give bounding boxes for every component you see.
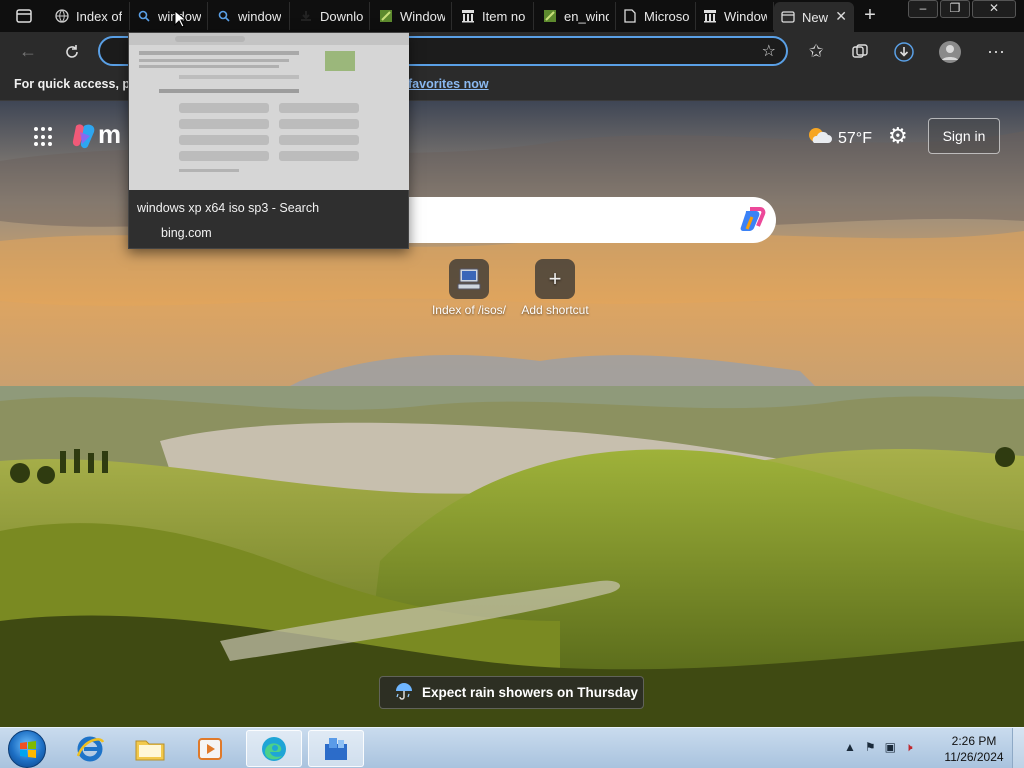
apps-launcher-icon[interactable] <box>34 127 54 147</box>
preview-page-title: windows xp x64 iso sp3 - Search <box>137 201 320 215</box>
preview-host: bing.com <box>161 226 212 240</box>
search-icon <box>136 8 152 24</box>
clock-time: 2:26 PM <box>951 734 997 748</box>
logo-text: m <box>98 119 122 149</box>
newtab-icon <box>780 9 796 25</box>
windows-logo-icon <box>20 741 36 758</box>
tab-window-2[interactable]: Window <box>696 2 774 30</box>
show-desktop-button[interactable] <box>1012 728 1024 768</box>
close-window-button[interactable]: ✕ <box>972 0 1016 18</box>
tab-hover-preview[interactable]: windows xp x64 iso sp3 - Search bing.com <box>128 32 409 249</box>
tab-actions-icon[interactable] <box>10 6 38 26</box>
manage-favorites-link[interactable]: favorites now <box>408 77 489 91</box>
umbrella-icon <box>394 681 414 704</box>
taskbar-system-app[interactable] <box>308 730 364 767</box>
tab-strip: Index of window window Downlo Window Ite… <box>0 0 1024 32</box>
collections-icon[interactable] <box>848 40 872 64</box>
taskbar-edge[interactable] <box>246 730 302 767</box>
tab-window-1[interactable]: Window <box>372 2 452 30</box>
tab-new-tab[interactable]: New ✕ <box>774 2 854 32</box>
taskbar-clock[interactable]: 2:26 PM 11/26/2024 <box>938 733 1010 765</box>
microsoft-start-mark-icon <box>72 122 98 150</box>
download-icon <box>298 8 314 24</box>
weather-temperature: 57°F <box>838 129 872 147</box>
tab-title: Downlo <box>320 8 363 24</box>
profile-avatar-icon[interactable] <box>938 40 962 64</box>
partly-cloudy-icon <box>806 125 832 152</box>
new-tab-button[interactable]: + <box>858 4 882 28</box>
weather-widget[interactable]: 57°F <box>806 125 872 152</box>
archive-icon <box>460 8 476 24</box>
volume-muted-icon[interactable]: 🕨 <box>905 740 913 755</box>
tab-title: Window <box>400 8 445 24</box>
tab-title: Microso <box>644 8 689 24</box>
minimize-button[interactable]: – <box>908 0 938 18</box>
web-search-box[interactable] <box>380 197 776 243</box>
tab-search-2[interactable]: window <box>210 2 290 30</box>
show-hidden-icons-icon[interactable]: ▲ <box>844 740 856 755</box>
weather-alert-pill[interactable]: Expect rain showers on Thursday <box>379 676 644 709</box>
globe-icon <box>54 8 70 24</box>
add-favorite-icon[interactable]: ☆ <box>762 41 776 61</box>
refresh-icon[interactable] <box>60 40 84 64</box>
taskbar-media-player[interactable] <box>182 730 238 767</box>
tab-title: Item no <box>482 8 526 24</box>
tab-title: window <box>238 8 282 24</box>
taskbar-file-explorer[interactable] <box>122 730 178 767</box>
plus-icon: + <box>535 259 575 299</box>
taskbar-internet-explorer[interactable] <box>62 730 118 767</box>
page-settings-gear-icon[interactable]: ⚙ <box>888 123 908 149</box>
sign-in-button[interactable]: Sign in <box>928 118 1000 154</box>
more-menu-icon[interactable]: ··· <box>984 40 1008 64</box>
page-icon <box>622 8 638 24</box>
edge-icon <box>262 736 286 761</box>
tab-title: Window <box>724 8 767 24</box>
windows-taskbar: ▲ ⚑ ▣ 🕨 2:26 PM 11/26/2024 <box>0 727 1024 768</box>
tab-search-1[interactable]: window <box>130 2 208 30</box>
search-icon <box>216 8 232 24</box>
computer-icon <box>449 259 489 299</box>
back-arrow-icon[interactable]: ← <box>16 40 40 64</box>
tab-index-of[interactable]: Index of <box>48 2 130 30</box>
mouse-cursor-icon <box>174 10 186 28</box>
app-icon <box>542 8 558 24</box>
system-tray: ▲ ⚑ ▣ 🕨 <box>844 740 913 755</box>
action-center-flag-icon[interactable]: ⚑ <box>865 740 876 755</box>
downloads-icon[interactable] <box>892 40 916 64</box>
close-tab-icon[interactable]: ✕ <box>835 8 847 25</box>
microsoft-start-logo[interactable]: m <box>72 119 121 150</box>
preview-thumbnail <box>129 33 409 190</box>
weather-alert-text: Expect rain showers on Thursday <box>422 685 639 700</box>
restore-button[interactable]: ❐ <box>940 0 970 18</box>
network-icon[interactable]: ▣ <box>885 740 896 755</box>
copilot-icon[interactable] <box>738 205 768 235</box>
archive-icon <box>702 8 718 24</box>
favorites-icon[interactable]: ✩ <box>804 40 828 64</box>
tab-en-wind[interactable]: en_wind <box>536 2 616 30</box>
tab-download[interactable]: Downlo <box>292 2 370 30</box>
media-player-icon <box>198 737 222 760</box>
tab-title: New <box>802 9 829 25</box>
system-app-icon <box>325 737 347 760</box>
add-shortcut-button[interactable]: + Add shortcut <box>510 259 600 317</box>
shortcut-label: Add shortcut <box>521 303 589 317</box>
tab-microsoft[interactable]: Microso <box>616 2 696 30</box>
tab-item-no[interactable]: Item no <box>454 2 534 30</box>
folder-icon <box>135 740 165 760</box>
clock-date: 11/26/2024 <box>944 750 1004 764</box>
shortcut-index-of-isos[interactable]: Index of /isos/ <box>424 259 514 317</box>
window-controls: – ❐ ✕ <box>908 0 1016 18</box>
start-button[interactable] <box>8 730 46 768</box>
tab-title: Index of <box>76 8 123 24</box>
shortcut-label: Index of /isos/ <box>431 303 507 317</box>
tab-title: en_wind <box>564 8 609 24</box>
app-icon <box>378 8 394 24</box>
internet-explorer-icon <box>76 736 105 761</box>
